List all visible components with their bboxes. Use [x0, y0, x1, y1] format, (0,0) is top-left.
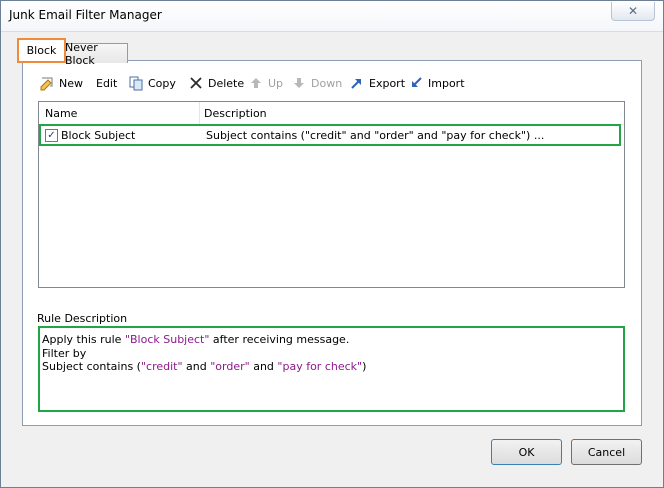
- rule-text-line-1: Apply this rule "Block Subject" after re…: [42, 333, 349, 346]
- condition-suffix: ): [362, 360, 367, 373]
- ok-button-label: OK: [518, 445, 535, 459]
- condition-prefix: Subject contains (: [42, 360, 141, 373]
- tab-block[interactable]: Block: [17, 38, 66, 63]
- tab-never-block[interactable]: Never Block: [64, 41, 128, 67]
- rule-text-prefix: Apply this rule: [42, 333, 125, 346]
- cancel-button-label: Cancel: [587, 445, 626, 459]
- rule-description-box: Apply this rule "Block Subject" after re…: [38, 326, 625, 412]
- rule-name-link[interactable]: "Block Subject": [125, 333, 210, 346]
- window-title: Junk Email Filter Manager: [9, 8, 162, 22]
- term-credit[interactable]: "credit": [141, 360, 183, 373]
- copy-icon: [128, 75, 144, 91]
- new-button[interactable]: New: [39, 74, 83, 92]
- close-icon: ✕: [627, 4, 639, 18]
- down-button-label: Down: [311, 76, 343, 90]
- import-icon: [408, 75, 424, 91]
- import-button[interactable]: Import: [408, 74, 465, 92]
- down-button[interactable]: Down: [291, 74, 342, 92]
- rule-text-line-2: Filter by: [42, 347, 87, 360]
- rule-text-suffix: after receiving message.: [209, 333, 350, 346]
- cancel-button[interactable]: Cancel: [571, 439, 642, 465]
- list-header: Name Description: [39, 102, 624, 125]
- ok-button[interactable]: OK: [491, 439, 562, 465]
- term-pay-for-check[interactable]: "pay for check": [277, 360, 362, 373]
- tab-never-block-label: Never Block: [65, 40, 98, 67]
- new-rule-icon: [39, 75, 55, 91]
- and-connector: and: [249, 360, 278, 373]
- new-button-label: New: [59, 76, 83, 90]
- arrow-down-icon: [291, 75, 307, 91]
- export-icon: [349, 75, 365, 91]
- column-header-description[interactable]: Description: [204, 107, 267, 120]
- up-button[interactable]: Up: [248, 74, 283, 92]
- row-highlight-box: [39, 124, 621, 146]
- copy-button-label: Copy: [148, 76, 176, 90]
- and-connector: and: [182, 360, 211, 373]
- delete-icon: [188, 75, 204, 91]
- rule-description-label: Rule Description: [37, 312, 128, 325]
- edit-button-label: Edit: [96, 76, 118, 90]
- tab-block-label: Block: [26, 44, 57, 57]
- export-button[interactable]: Export: [349, 74, 405, 92]
- copy-button[interactable]: Copy: [128, 74, 176, 92]
- rule-text-line-3: Subject contains ("credit" and "order" a…: [42, 360, 366, 373]
- column-header-name[interactable]: Name: [45, 107, 77, 120]
- column-divider[interactable]: [199, 102, 200, 124]
- arrow-up-icon: [248, 75, 264, 91]
- export-button-label: Export: [369, 76, 406, 90]
- delete-button-label: Delete: [208, 76, 245, 90]
- close-button[interactable]: ✕: [611, 2, 655, 21]
- up-button-label: Up: [268, 76, 284, 90]
- dialog-window: Junk Email Filter Manager ✕ Block Never …: [0, 0, 664, 488]
- title-bar[interactable]: Junk Email Filter Manager ✕: [1, 1, 663, 32]
- import-button-label: Import: [428, 76, 465, 90]
- delete-button[interactable]: Delete: [188, 74, 244, 92]
- term-order[interactable]: "order": [210, 360, 249, 373]
- edit-button[interactable]: Edit: [96, 74, 117, 92]
